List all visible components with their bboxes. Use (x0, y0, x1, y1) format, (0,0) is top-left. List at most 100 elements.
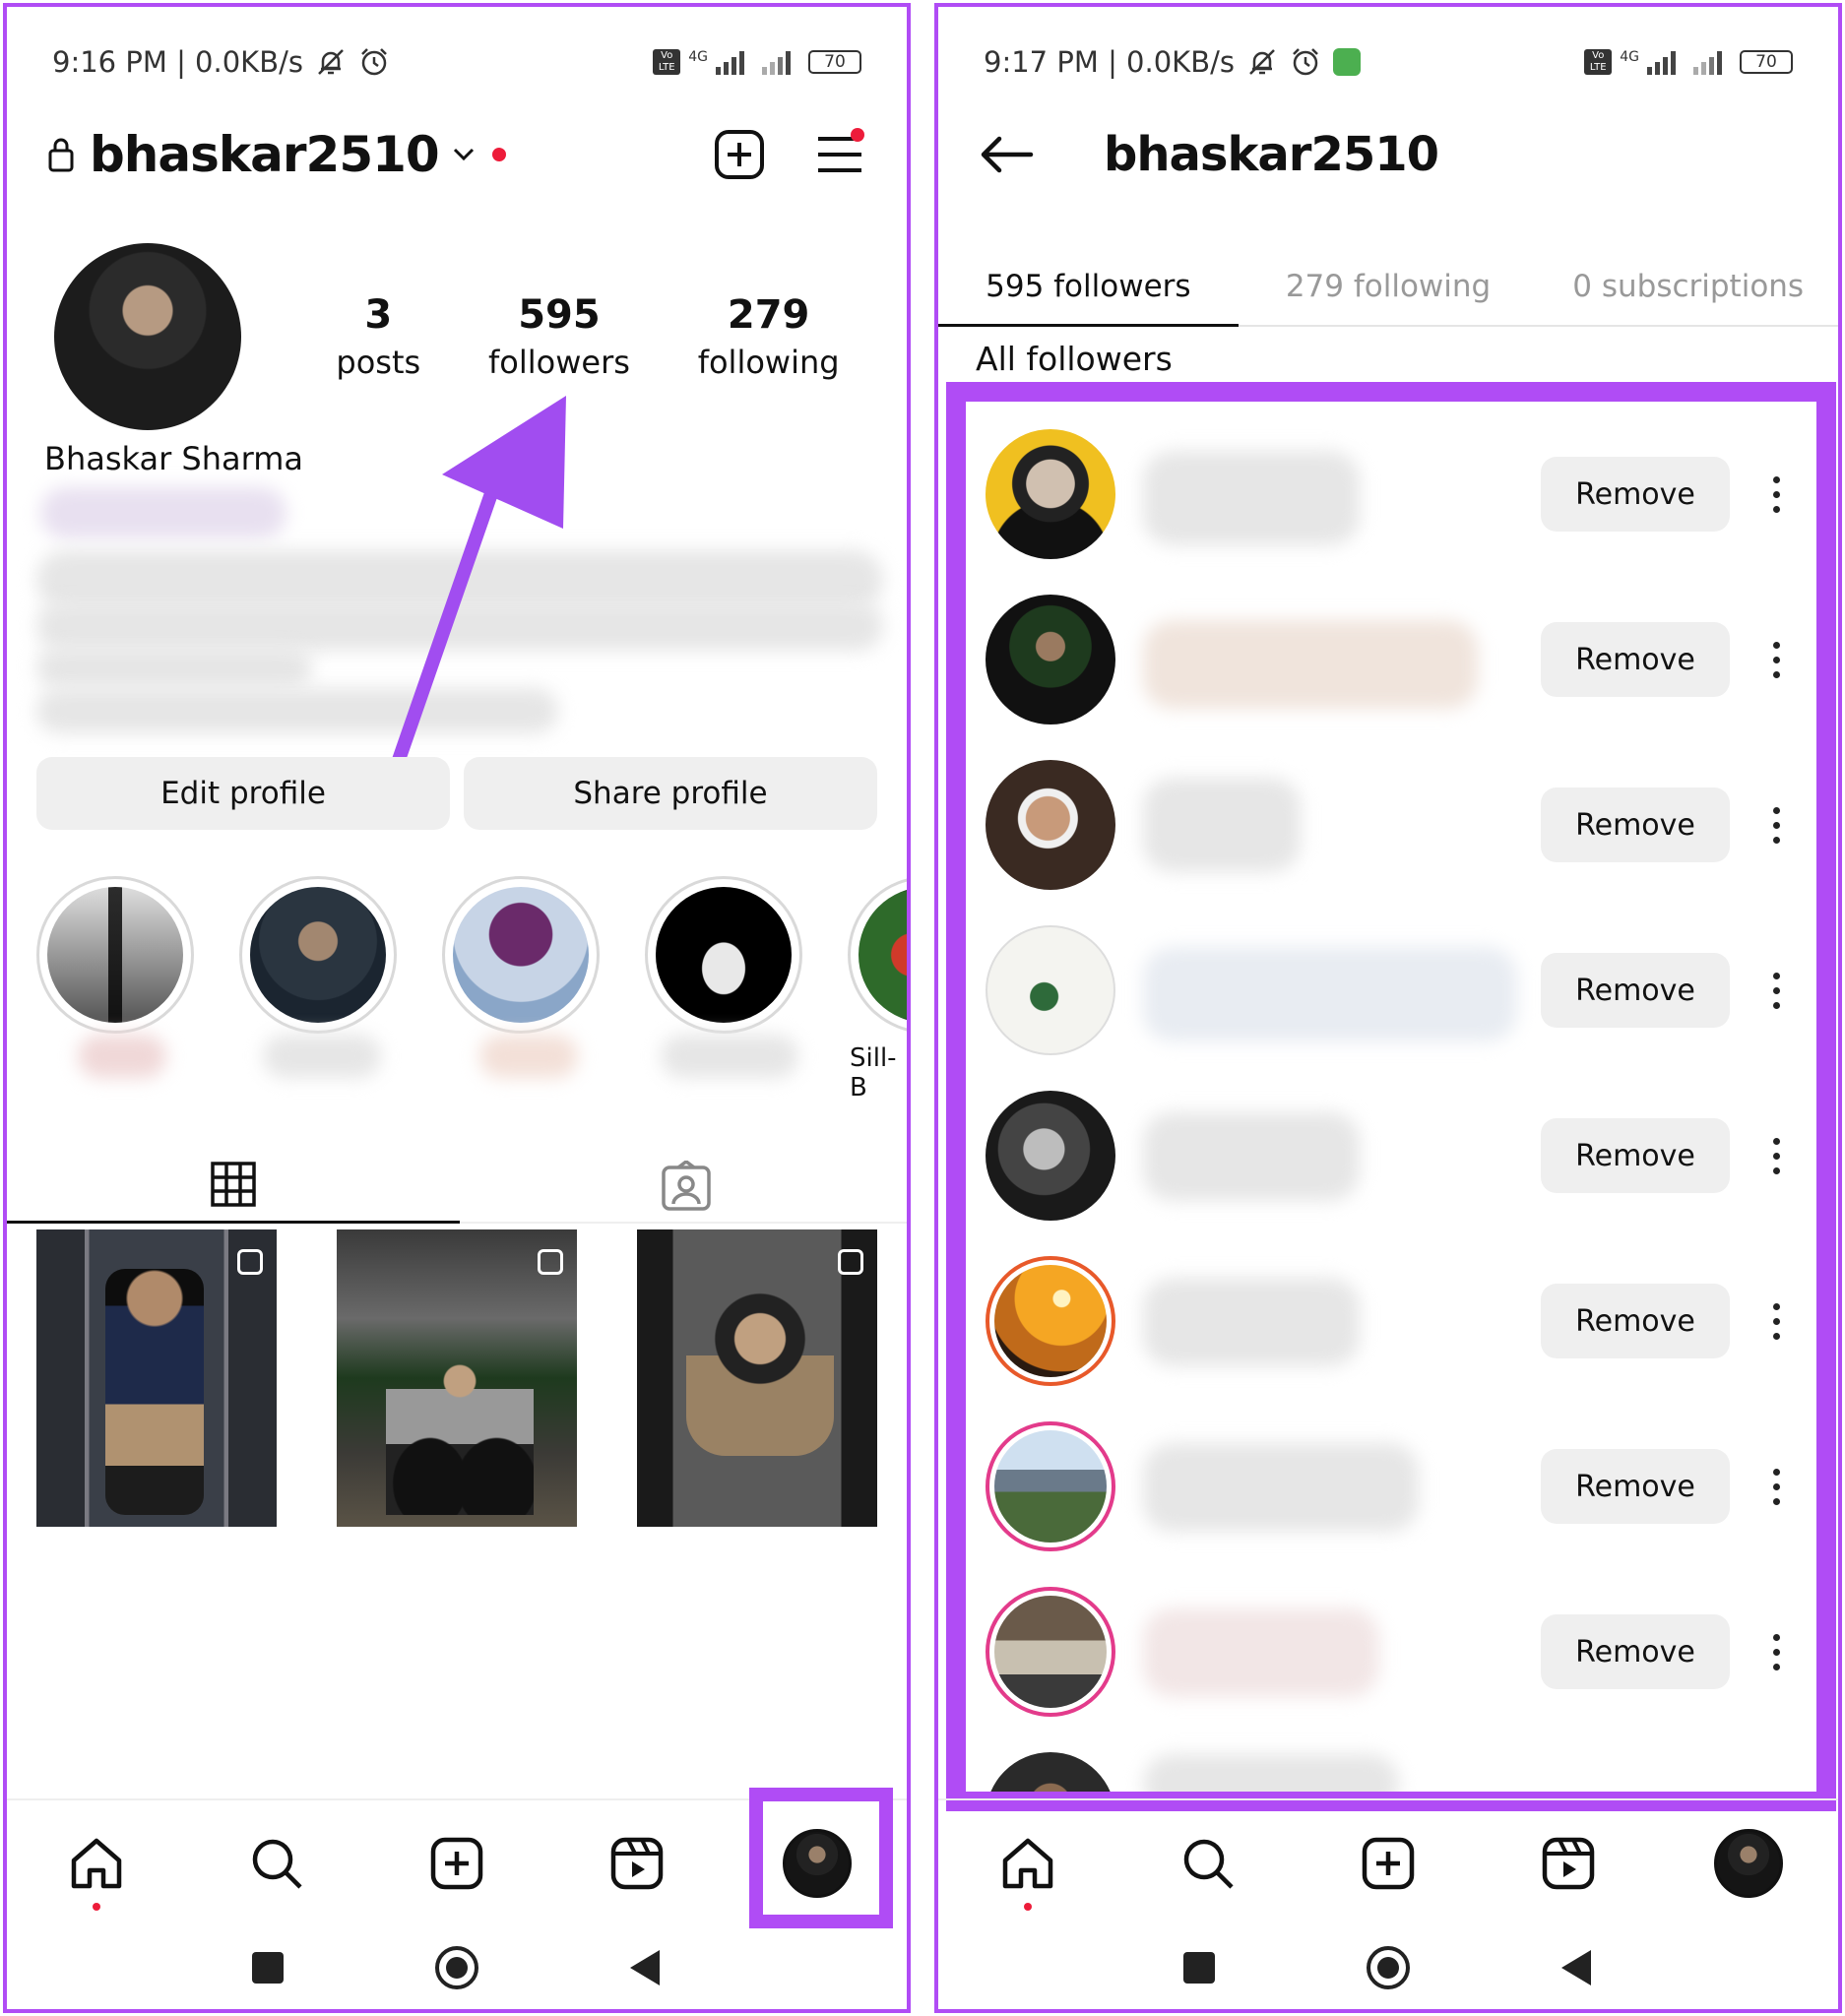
post-thumbnail[interactable] (337, 1229, 577, 1527)
more-icon[interactable] (1761, 961, 1791, 1020)
new-post-icon[interactable] (712, 127, 767, 182)
share-profile-button[interactable]: Share profile (464, 757, 877, 830)
tab-subscriptions[interactable]: 0 subscriptions (1538, 248, 1838, 325)
follower-avatar[interactable] (986, 1091, 1115, 1221)
tab-following[interactable]: 279 following (1239, 248, 1539, 325)
more-icon[interactable] (1761, 1622, 1791, 1681)
follower-avatar[interactable] (986, 925, 1115, 1055)
battery-icon: 70 (1740, 50, 1793, 74)
remove-button[interactable]: Remove (1541, 788, 1730, 862)
follower-avatar[interactable] (986, 1587, 1115, 1717)
list-item[interactable]: Remove (986, 908, 1807, 1073)
recents-icon[interactable] (1181, 1950, 1217, 1985)
remove-button[interactable]: Remove (1541, 1118, 1730, 1193)
back-button-icon[interactable] (1559, 1948, 1595, 1987)
battery-icon: 70 (808, 50, 861, 74)
profile-avatar[interactable] (54, 243, 241, 430)
story-highlight[interactable] (36, 876, 194, 1034)
more-icon[interactable] (1761, 1457, 1791, 1516)
more-icon[interactable] (1761, 1126, 1791, 1185)
remove-button[interactable]: Remove (1541, 953, 1730, 1028)
status-bar: 9:16 PM | 0.0KB/s Vo LTE 4G 70 (52, 42, 861, 82)
post-thumbnail[interactable] (36, 1229, 277, 1527)
story-highlight[interactable] (442, 876, 600, 1034)
follower-avatar[interactable] (986, 429, 1115, 559)
story-highlight[interactable] (239, 876, 397, 1034)
list-item[interactable]: Remove (986, 577, 1807, 742)
multi-post-icon (538, 1249, 563, 1275)
list-item[interactable]: Remove (986, 411, 1807, 577)
signal-icon (762, 49, 791, 75)
recents-icon[interactable] (250, 1950, 286, 1985)
followers-stat[interactable]: 595 followers (488, 292, 630, 381)
profile-stats: 3 posts 595 followers 279 following (302, 292, 873, 381)
remove-button[interactable]: Remove (1541, 622, 1730, 697)
alarm-icon (361, 48, 387, 76)
signal-icon (716, 49, 744, 75)
redacted-username (1143, 1443, 1419, 1532)
follower-avatar[interactable] (986, 595, 1115, 724)
back-arrow-icon[interactable] (978, 135, 1035, 174)
nav-reels[interactable] (598, 1824, 676, 1903)
nav-create[interactable] (1349, 1824, 1428, 1903)
nav-reels[interactable] (1529, 1824, 1608, 1903)
redacted-highlight-label (78, 1035, 166, 1078)
following-stat[interactable]: 279 following (698, 292, 840, 381)
nav-create[interactable] (417, 1824, 496, 1903)
story-highlight[interactable] (645, 876, 802, 1034)
profile-screen: 9:16 PM | 0.0KB/s Vo LTE 4G 70 bhaskar251… (3, 3, 911, 2013)
story-highlight[interactable] (848, 876, 907, 1034)
nav-profile[interactable] (1709, 1824, 1788, 1903)
nav-search[interactable] (237, 1824, 316, 1903)
follower-avatar[interactable] (986, 760, 1115, 890)
list-item[interactable]: Remove (986, 742, 1807, 908)
more-icon[interactable] (1761, 465, 1791, 524)
back-button-icon[interactable] (628, 1948, 664, 1987)
status-bar: 9:17 PM | 0.0KB/s Vo LTE 4G 70 (984, 42, 1793, 82)
tagged-icon[interactable] (661, 1161, 712, 1212)
edit-profile-button[interactable]: Edit profile (36, 757, 450, 830)
nav-search[interactable] (1169, 1824, 1247, 1903)
status-time: 9:16 PM | 0.0KB/s (52, 45, 303, 79)
system-nav (7, 1928, 907, 2007)
list-item[interactable]: Remove (986, 1569, 1807, 1734)
home-icon (72, 1838, 122, 1889)
app-notification-icon (1332, 48, 1361, 76)
home-button-icon[interactable] (433, 1944, 480, 1991)
multi-post-icon (838, 1249, 863, 1275)
post-thumbnail[interactable] (637, 1229, 877, 1527)
remove-button[interactable]: Remove (1541, 1284, 1730, 1358)
profile-actions: Edit profile Share profile (36, 757, 877, 830)
home-button-icon[interactable] (1365, 1944, 1412, 1991)
list-item[interactable]: Remove (986, 1073, 1807, 1238)
more-icon[interactable] (1761, 795, 1791, 854)
section-title: All followers (976, 340, 1173, 378)
redacted-highlight-label (661, 1035, 798, 1078)
remove-button[interactable]: Remove (1541, 1614, 1730, 1689)
remove-button[interactable]: Remove (1541, 457, 1730, 532)
chevron-down-icon[interactable] (449, 140, 478, 169)
follower-avatar[interactable] (986, 1256, 1115, 1386)
display-name: Bhaskar Sharma (44, 440, 303, 477)
menu-icon[interactable] (812, 127, 867, 182)
more-icon[interactable] (1761, 1292, 1791, 1351)
list-item[interactable]: Remove (986, 1404, 1807, 1569)
nav-home[interactable] (988, 1824, 1067, 1911)
profile-header: bhaskar2510 (46, 123, 867, 186)
nav-home[interactable] (57, 1824, 136, 1911)
redacted-bio (36, 647, 312, 688)
list-item[interactable]: Remove (986, 1238, 1807, 1404)
follower-avatar[interactable] (986, 1421, 1115, 1551)
redacted-username (1143, 1608, 1379, 1697)
posts-stat[interactable]: 3 posts (336, 292, 420, 381)
more-icon[interactable] (1761, 630, 1791, 689)
remove-button[interactable]: Remove (1541, 1449, 1730, 1524)
followers-header: bhaskar2510 (978, 123, 1799, 186)
account-switcher[interactable]: bhaskar2510 (90, 126, 440, 183)
annotation-arrow (392, 396, 566, 767)
volte-icon: Vo LTE (1584, 49, 1613, 75)
reels-icon (610, 1837, 664, 1890)
highlight-box (749, 1788, 893, 1928)
grid-icon[interactable] (210, 1161, 257, 1208)
tab-followers[interactable]: 595 followers (938, 248, 1239, 327)
